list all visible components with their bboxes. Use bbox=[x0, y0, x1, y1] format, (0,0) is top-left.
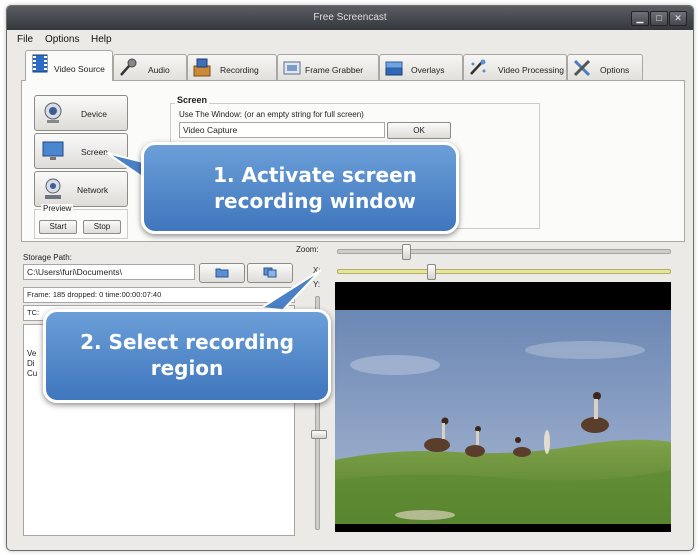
tab-audio[interactable]: Audio bbox=[113, 54, 187, 80]
frame-grabber-icon bbox=[283, 61, 301, 75]
window-hint-label: Use The Window: (or an empty string for … bbox=[179, 110, 364, 119]
menu-options[interactable]: Options bbox=[45, 34, 79, 45]
tab-video-processing-label: Video Processing bbox=[498, 65, 564, 75]
film-icon bbox=[32, 54, 48, 73]
tab-frame-grabber-label: Frame Grabber bbox=[305, 65, 364, 75]
zoom-slider[interactable] bbox=[337, 249, 671, 254]
zoom-slider-thumb[interactable] bbox=[402, 244, 411, 260]
browse-folder-button[interactable] bbox=[199, 263, 245, 283]
menu-help[interactable]: Help bbox=[91, 34, 112, 45]
screen-group-title: Screen bbox=[175, 95, 210, 105]
network-button-label: Network bbox=[77, 185, 109, 195]
tab-audio-label: Audio bbox=[148, 65, 170, 75]
menu-bar: File Options Help bbox=[7, 30, 693, 48]
network-camera-icon bbox=[45, 178, 61, 199]
tab-options-label: Options bbox=[600, 65, 630, 75]
tab-overlays[interactable]: Overlays bbox=[379, 54, 463, 80]
device-button-label: Device bbox=[81, 109, 107, 119]
storage-path-label: Storage Path: bbox=[23, 253, 72, 262]
tab-options[interactable]: Options bbox=[567, 54, 643, 80]
menu-file[interactable]: File bbox=[17, 34, 33, 45]
tab-video-processing[interactable]: Video Processing bbox=[463, 54, 567, 80]
maximize-button[interactable]: □ bbox=[650, 11, 668, 26]
callout-one: 1. Activate screen recording window bbox=[141, 142, 459, 234]
zoom-label: Zoom: bbox=[296, 245, 319, 254]
window-name-input[interactable]: Video Capture bbox=[179, 122, 385, 138]
callout-two-pointer bbox=[257, 269, 322, 312]
tab-video-source[interactable]: Video Source bbox=[25, 50, 113, 81]
window-title: Free Screencast bbox=[313, 12, 387, 23]
preview-group: Preview Start Stop bbox=[34, 204, 128, 239]
close-button[interactable]: ✕ bbox=[669, 11, 687, 26]
video-preview bbox=[335, 282, 671, 532]
device-button[interactable]: Device bbox=[34, 95, 128, 131]
window-ok-button[interactable]: OK bbox=[387, 122, 451, 139]
folder-icon bbox=[215, 268, 229, 278]
webcam-icon bbox=[44, 102, 62, 123]
callout-two-text: 2. Select recording region bbox=[80, 330, 294, 380]
tab-strip: Video Source Audio Recording Frame Grabb… bbox=[21, 50, 681, 81]
microphone-icon bbox=[120, 58, 137, 76]
storage-path-input[interactable]: C:\Users\furi\Documents\ bbox=[23, 264, 195, 280]
title-bar: Free Screencast ▁ □ ✕ bbox=[7, 6, 693, 30]
y-slider-thumb[interactable] bbox=[311, 430, 327, 439]
video-processing-icon bbox=[470, 59, 486, 75]
preview-stop-button[interactable]: Stop bbox=[83, 220, 121, 234]
x-slider[interactable] bbox=[337, 269, 671, 274]
tab-frame-grabber[interactable]: Frame Grabber bbox=[277, 54, 379, 80]
tab-overlays-label: Overlays bbox=[411, 65, 445, 75]
overlays-icon bbox=[385, 61, 403, 76]
preview-start-button[interactable]: Start bbox=[39, 220, 77, 234]
x-slider-thumb[interactable] bbox=[427, 264, 436, 280]
callout-two: 2. Select recording region bbox=[43, 309, 331, 403]
minimize-button[interactable]: ▁ bbox=[631, 11, 649, 26]
tab-recording-label: Recording bbox=[220, 65, 259, 75]
app-window: Free Screencast ▁ □ ✕ File Options Help … bbox=[6, 5, 694, 551]
tools-icon bbox=[573, 59, 591, 77]
tab-recording[interactable]: Recording bbox=[187, 54, 277, 80]
tab-video-source-label: Video Source bbox=[54, 64, 105, 74]
preview-frame-image bbox=[335, 310, 671, 524]
screen-button-label: Screen bbox=[81, 147, 108, 157]
preview-title: Preview bbox=[41, 204, 74, 213]
callout-one-text: 1. Activate screen recording window bbox=[213, 163, 417, 213]
recording-icon bbox=[193, 58, 211, 77]
monitor-icon bbox=[42, 141, 64, 160]
